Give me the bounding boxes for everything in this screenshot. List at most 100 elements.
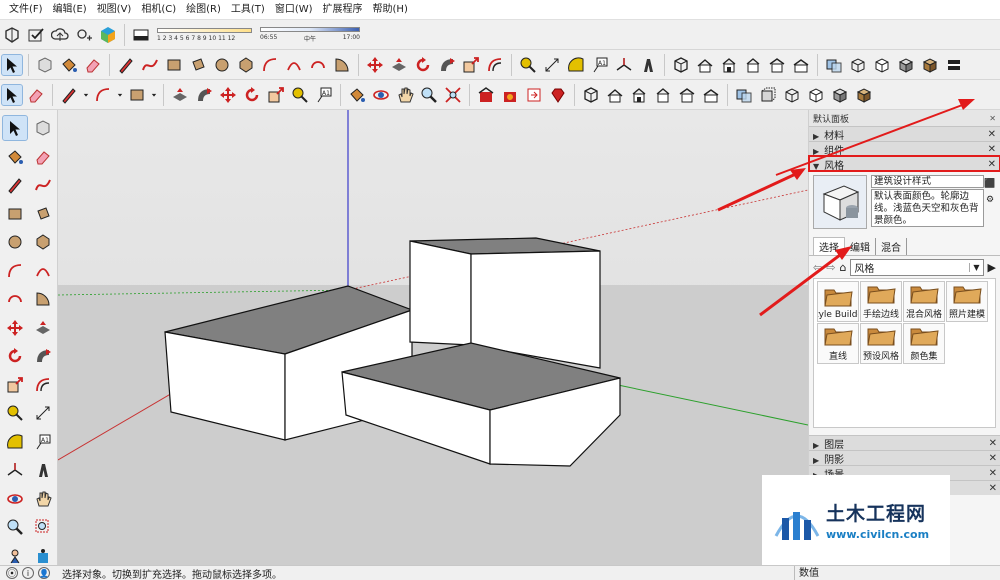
credits-icon[interactable]: i [22, 567, 34, 579]
menu-item[interactable]: 文件(F) [4, 0, 48, 20]
axes-icon[interactable] [614, 55, 634, 75]
polygon-icon[interactable] [236, 55, 256, 75]
send-layout-icon[interactable] [524, 85, 544, 105]
style-collection-item[interactable]: 照片建模 [946, 281, 988, 322]
tray-panel-header[interactable]: ▶ 阴影 ✕ [809, 450, 1000, 466]
rotate-icon[interactable] [413, 55, 433, 75]
push-pull-icon[interactable] [170, 85, 190, 105]
wireframe-icon[interactable] [848, 55, 868, 75]
menu-item[interactable]: 窗口(W) [270, 0, 318, 20]
paint-bucket-icon[interactable] [3, 145, 27, 169]
xray-icon[interactable] [734, 85, 754, 105]
select-icon[interactable] [1, 83, 23, 106]
polygon-icon[interactable] [31, 230, 55, 254]
close-icon[interactable]: ✕ [988, 129, 996, 140]
tray-panel-header[interactable]: ▶ 图层 ✕ [809, 435, 1000, 451]
left-icon[interactable] [701, 85, 721, 105]
offset-icon[interactable] [485, 55, 505, 75]
arc2-icon[interactable] [284, 55, 304, 75]
orbit-icon[interactable] [3, 487, 27, 511]
front-icon[interactable] [629, 85, 649, 105]
paint-bucket-icon[interactable] [59, 55, 79, 75]
3d-text-icon[interactable] [638, 55, 658, 75]
iso-icon[interactable] [671, 55, 691, 75]
dropdown-icon[interactable] [115, 85, 125, 105]
rotate-icon[interactable] [3, 344, 27, 368]
protractor-icon[interactable] [3, 430, 27, 454]
tray-panel-header[interactable]: ▶ 材料 ✕ [809, 126, 1000, 142]
create-style-icon[interactable]: ⚙ [986, 195, 994, 205]
push-pull-icon[interactable] [389, 55, 409, 75]
style-name-field[interactable]: 建筑设计样式 [871, 175, 984, 188]
eraser-icon[interactable] [83, 55, 103, 75]
user-icon[interactable]: 👤 [38, 567, 50, 579]
walk-icon[interactable] [31, 544, 55, 568]
line-icon[interactable] [59, 85, 79, 105]
check-icon[interactable] [26, 25, 46, 45]
freehand-icon[interactable] [31, 173, 55, 197]
paint-bucket-icon[interactable] [347, 85, 367, 105]
style-collection-item[interactable]: 颜色集 [903, 323, 945, 364]
eraser-icon[interactable] [26, 85, 46, 105]
style-collection-item[interactable]: Style Builder [817, 281, 859, 322]
left-icon[interactable] [791, 55, 811, 75]
arc-icon[interactable] [260, 55, 280, 75]
hidden-line-icon[interactable] [806, 85, 826, 105]
shaded-icon[interactable] [830, 85, 850, 105]
forward-icon[interactable]: ⇨ [826, 261, 835, 274]
rectangle-icon[interactable] [164, 55, 184, 75]
iso-icon[interactable] [581, 85, 601, 105]
rectangle-icon[interactable] [3, 202, 27, 226]
style-collection-item[interactable]: 预设风格 [860, 323, 902, 364]
pie-icon[interactable] [332, 55, 352, 75]
zoom-icon[interactable] [419, 85, 439, 105]
wireframe-icon[interactable] [782, 85, 802, 105]
pin-icon[interactable]: ✕ [989, 114, 996, 123]
extension-warehouse-icon[interactable] [500, 85, 520, 105]
close-icon[interactable]: ✕ [988, 159, 996, 170]
time-track[interactable] [260, 26, 360, 32]
eraser-box-icon[interactable] [131, 25, 151, 45]
circle-icon[interactable] [3, 230, 27, 254]
tape-icon[interactable] [290, 85, 310, 105]
select-icon[interactable] [2, 115, 28, 141]
right-icon[interactable] [653, 85, 673, 105]
rotate-icon[interactable] [242, 85, 262, 105]
follow-me-icon[interactable] [194, 85, 214, 105]
tape-icon[interactable] [518, 55, 538, 75]
geo-location-icon[interactable]: ⦿ [6, 567, 18, 579]
style-tab[interactable]: 编辑 [845, 238, 876, 255]
pie-icon[interactable] [31, 287, 55, 311]
hidden-line-icon[interactable] [872, 55, 892, 75]
push-pull-icon[interactable] [31, 316, 55, 340]
style-collection-item[interactable]: 手绘边线 [860, 281, 902, 322]
component-icon[interactable] [35, 55, 55, 75]
collection-select[interactable]: 风格 ▼ [850, 258, 984, 276]
arc-icon[interactable] [93, 85, 113, 105]
arc3-icon[interactable] [308, 55, 328, 75]
menu-item[interactable]: 编辑(E) [48, 0, 92, 20]
menu-item[interactable]: 帮助(H) [368, 0, 413, 20]
scale-icon[interactable] [461, 55, 481, 75]
style-tab[interactable]: 混合 [876, 238, 907, 255]
front-icon[interactable] [719, 55, 739, 75]
style-xray-icon[interactable] [824, 55, 844, 75]
right-icon[interactable] [743, 55, 763, 75]
dimension-icon[interactable] [542, 55, 562, 75]
scale-icon[interactable] [266, 85, 286, 105]
line-icon[interactable] [3, 173, 27, 197]
rotated-rect-icon[interactable] [31, 202, 55, 226]
home-icon[interactable]: ⌂ [839, 261, 846, 274]
pan-icon[interactable] [31, 487, 55, 511]
3d-text-icon[interactable] [31, 458, 55, 482]
style-panel-header[interactable]: ▼ 风格 ✕ [808, 155, 1000, 172]
back-icon[interactable] [767, 55, 787, 75]
text-icon[interactable]: A1 [31, 430, 55, 454]
rotated-rect-icon[interactable] [188, 55, 208, 75]
pencil-icon[interactable] [116, 55, 136, 75]
zoom-window-icon[interactable] [31, 515, 55, 539]
close-icon[interactable]: ✕ [989, 438, 997, 449]
select-icon[interactable] [1, 53, 23, 76]
text-icon[interactable]: A1 [314, 85, 334, 105]
viewport-canvas[interactable] [58, 110, 808, 565]
